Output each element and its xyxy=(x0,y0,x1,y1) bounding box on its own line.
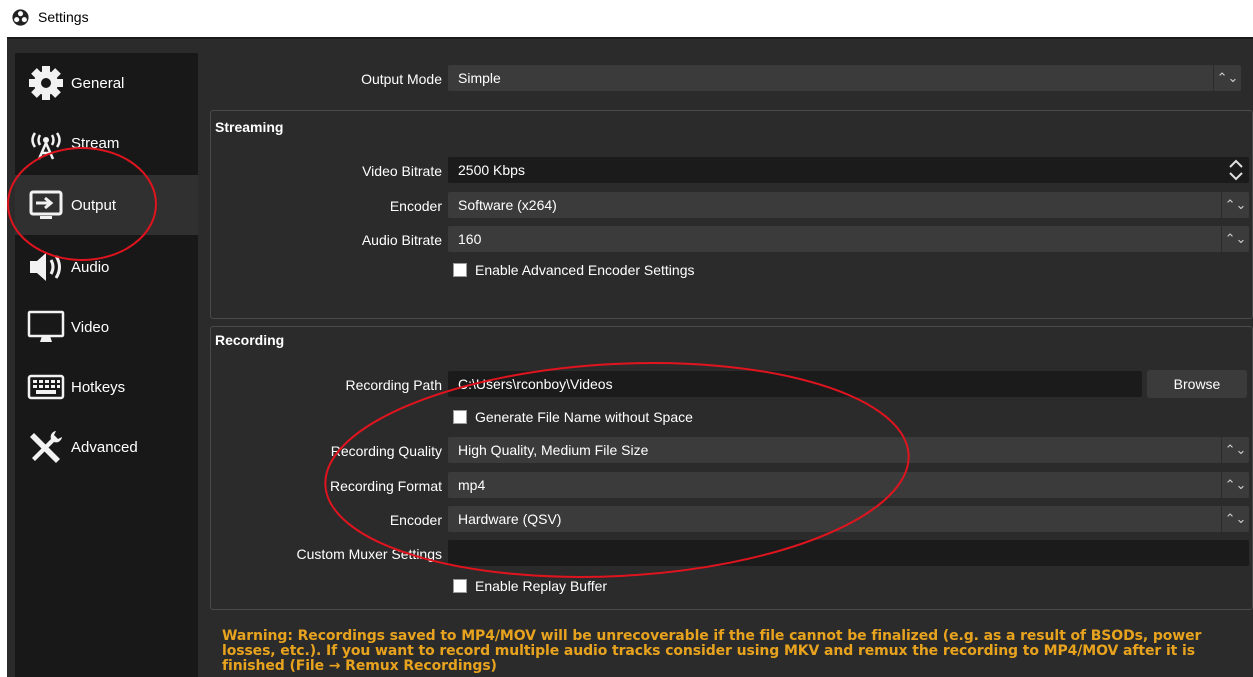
keyboard-icon xyxy=(27,374,65,400)
output-settings-panel: Output Mode Simple ⌃⌄ Streaming Video Bi… xyxy=(198,39,1253,677)
recording-path-input[interactable]: C:\Users\rconboy\Videos xyxy=(448,371,1142,397)
streaming-encoder-value: Software (x264) xyxy=(458,197,557,213)
warning-message: Warning: Recordings saved to MP4/MOV wil… xyxy=(222,628,1202,674)
audio-bitrate-value: 160 xyxy=(458,231,482,247)
chevron-updown-icon: ⌃⌄ xyxy=(1221,437,1249,463)
audio-bitrate-select[interactable]: 160 ⌃⌄ xyxy=(448,226,1249,252)
chevron-updown-icon: ⌃⌄ xyxy=(1221,506,1249,532)
recording-path-label: Recording Path xyxy=(345,377,442,393)
filename-no-space-label: Generate File Name without Space xyxy=(475,409,693,425)
video-bitrate-value: 2500 Kbps xyxy=(458,162,525,178)
recording-quality-select[interactable]: High Quality, Medium File Size ⌃⌄ xyxy=(448,437,1249,463)
checkbox-box[interactable] xyxy=(453,263,467,277)
recording-quality-label: Recording Quality xyxy=(330,443,442,459)
custom-muxer-label: Custom Muxer Settings xyxy=(296,546,443,562)
chevron-updown-icon: ⌃⌄ xyxy=(1221,472,1249,498)
replay-buffer-label: Enable Replay Buffer xyxy=(475,578,608,594)
sidebar-item-label: Stream xyxy=(71,135,120,152)
sidebar-item-label: General xyxy=(71,75,125,92)
monitor-icon xyxy=(27,310,65,342)
advanced-encoder-label: Enable Advanced Encoder Settings xyxy=(475,262,695,278)
advanced-encoder-checkbox[interactable]: Enable Advanced Encoder Settings xyxy=(453,262,773,280)
output-mode-value: Simple xyxy=(458,70,501,86)
window-title: Settings xyxy=(38,9,89,25)
streaming-encoder-select[interactable]: Software (x264) ⌃⌄ xyxy=(448,192,1249,218)
recording-path-value: C:\Users\rconboy\Videos xyxy=(458,376,613,392)
checkbox-box[interactable] xyxy=(453,410,467,424)
output-mode-select[interactable]: Simple ⌃⌄ xyxy=(448,65,1241,91)
browse-button[interactable]: Browse xyxy=(1147,370,1247,398)
output-mode-label: Output Mode xyxy=(361,71,442,87)
checkbox-box[interactable] xyxy=(453,579,467,593)
video-bitrate-label: Video Bitrate xyxy=(362,163,442,179)
broadcast-antenna-icon xyxy=(31,132,61,160)
filename-no-space-checkbox[interactable]: Generate File Name without Space xyxy=(453,409,773,427)
spin-arrows-icon[interactable] xyxy=(1227,159,1245,181)
recording-group xyxy=(210,326,1253,610)
obs-logo-icon xyxy=(12,9,29,26)
title-bar: Settings xyxy=(0,0,1253,36)
video-bitrate-spinbox[interactable]: 2500 Kbps xyxy=(448,157,1249,183)
recording-format-select[interactable]: mp4 ⌃⌄ xyxy=(448,472,1249,498)
recording-encoder-value: Hardware (QSV) xyxy=(458,511,562,527)
sidebar-item-audio[interactable]: Audio xyxy=(15,237,198,297)
sidebar-item-video[interactable]: Video xyxy=(15,297,198,357)
tools-icon xyxy=(30,431,62,463)
recording-encoder-label: Encoder xyxy=(389,512,442,528)
sidebar-item-general[interactable]: General xyxy=(15,53,198,113)
output-monitor-icon xyxy=(29,190,63,219)
custom-muxer-input[interactable] xyxy=(448,540,1249,566)
sidebar-item-stream[interactable]: Stream xyxy=(15,113,198,173)
gear-icon xyxy=(29,66,63,100)
recording-format-label: Recording Format xyxy=(329,478,442,494)
settings-window: General Stream Output Audio Video Hotkey… xyxy=(7,37,1253,677)
sidebar-item-output[interactable]: Output xyxy=(15,175,198,235)
sidebar-item-advanced[interactable]: Advanced xyxy=(15,417,198,477)
sidebar-item-label: Hotkeys xyxy=(71,379,126,396)
chevron-updown-icon: ⌃⌄ xyxy=(1221,226,1249,252)
chevron-updown-icon: ⌃⌄ xyxy=(1213,65,1241,91)
streaming-encoder-label: Encoder xyxy=(389,198,442,214)
sidebar-item-label: Audio xyxy=(71,259,110,276)
sidebar-item-label: Output xyxy=(71,197,117,214)
streaming-group-title: Streaming xyxy=(215,119,284,135)
chevron-updown-icon: ⌃⌄ xyxy=(1221,192,1249,218)
recording-group-title: Recording xyxy=(215,332,285,348)
audio-bitrate-label: Audio Bitrate xyxy=(361,232,442,248)
recording-encoder-select[interactable]: Hardware (QSV) ⌃⌄ xyxy=(448,506,1249,532)
speaker-icon xyxy=(30,253,61,281)
sidebar-item-label: Video xyxy=(71,319,110,336)
replay-buffer-checkbox[interactable]: Enable Replay Buffer xyxy=(453,578,703,596)
recording-format-value: mp4 xyxy=(458,477,486,493)
sidebar-item-label: Advanced xyxy=(71,439,138,456)
sidebar-item-hotkeys[interactable]: Hotkeys xyxy=(15,357,198,417)
recording-quality-value: High Quality, Medium File Size xyxy=(458,442,649,458)
sidebar: General Stream Output Audio Video Hotkey… xyxy=(15,53,198,677)
